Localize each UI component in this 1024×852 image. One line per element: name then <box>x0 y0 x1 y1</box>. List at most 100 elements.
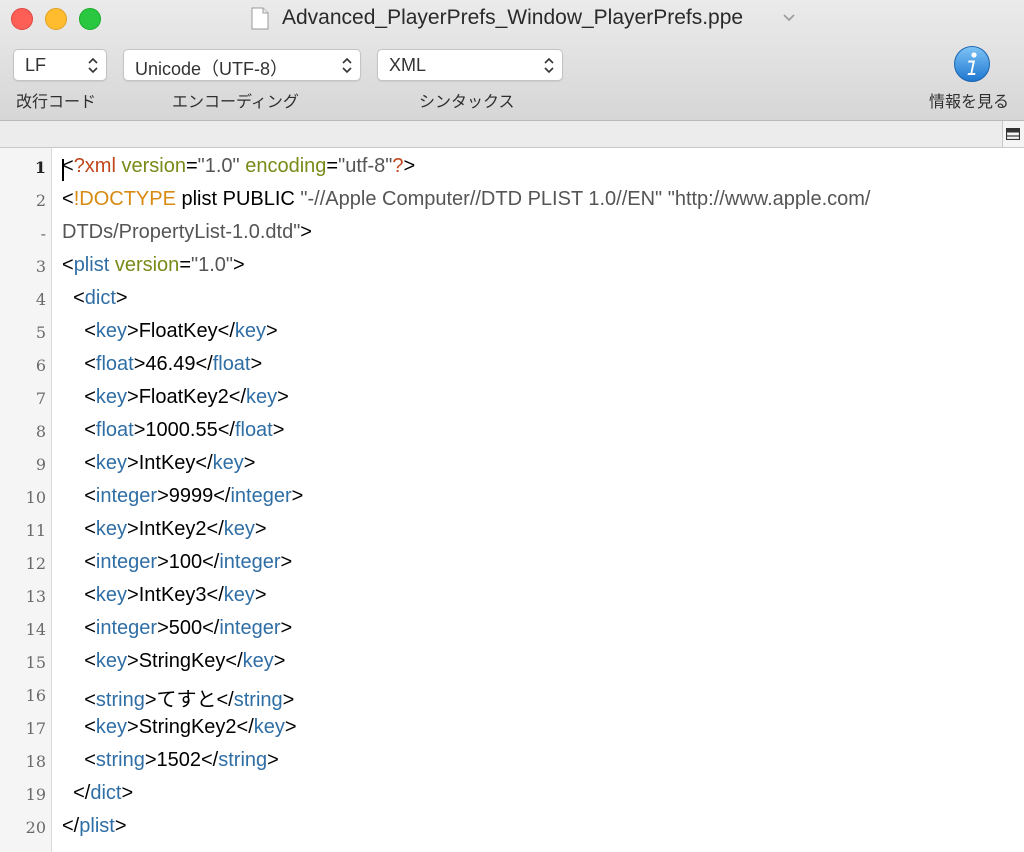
code-token-tag: float <box>212 353 251 375</box>
line-number: - <box>40 224 46 243</box>
code-token-value: "1.0" <box>191 254 234 276</box>
code-token-tag: key <box>253 716 285 738</box>
code-token-tag: key <box>234 320 266 342</box>
code-token-text: > <box>266 320 278 342</box>
encoding-label: エンコーディング <box>172 92 299 111</box>
line-number: 5 <box>35 323 46 342</box>
code-token-tag: integer <box>219 551 281 573</box>
code-token-text: > <box>121 782 134 804</box>
code-line[interactable]: <key>FloatKey2</key> <box>62 386 289 409</box>
line-number: 11 <box>25 521 46 540</box>
line-number: 20 <box>25 818 46 837</box>
code-token-text: > <box>115 287 128 309</box>
syntax-popup[interactable]: XML <box>377 49 563 81</box>
window-title[interactable]: Advanced_PlayerPrefs_Window_PlayerPrefs.… <box>282 6 743 30</box>
code-token-tag: key <box>95 650 128 672</box>
code-token-text: > <box>282 689 295 711</box>
code-line[interactable]: <key>StringKey</key> <box>62 650 285 673</box>
line-ending-popup[interactable]: LF <box>13 49 107 81</box>
line-number: 3 <box>35 257 46 276</box>
code-line[interactable]: <!DOCTYPE plist PUBLIC "-//Apple Compute… <box>62 188 870 211</box>
up-down-arrows-icon <box>88 57 98 74</box>
code-line[interactable]: <key>StringKey2</key> <box>62 716 297 739</box>
code-token-value: "1.0" <box>197 155 240 177</box>
line-number: 4 <box>35 290 46 309</box>
code-token-tag: key <box>212 452 244 474</box>
info-label[interactable]: 情報を見る <box>929 88 1009 112</box>
code-line[interactable]: <?xml version="1.0" encoding="utf-8"?> <box>62 155 415 178</box>
code-line[interactable]: <key>FloatKey</key> <box>62 320 278 343</box>
code-token-text: > <box>284 716 297 738</box>
code-token-text: >StringKey</ <box>127 650 243 672</box>
code-token-text: < <box>62 584 96 606</box>
document-icon[interactable] <box>251 7 269 30</box>
code-line[interactable]: <integer>100</integer> <box>62 551 292 574</box>
code-line[interactable]: <integer>9999</integer> <box>62 485 303 508</box>
line-number: 10 <box>25 488 46 507</box>
code-token-text: = <box>185 155 198 177</box>
text-editor-window: Advanced_PlayerPrefs_Window_PlayerPrefs.… <box>0 0 1024 852</box>
code-line[interactable]: </dict> <box>62 782 133 805</box>
code-token-tag: dict <box>90 782 122 804</box>
code-token-text: >IntKey3</ <box>127 584 224 606</box>
code-line[interactable]: </plist> <box>62 815 127 838</box>
code-token-text: < <box>62 386 96 408</box>
code-token-text: >500</ <box>157 617 220 639</box>
minimize-window-button[interactable] <box>45 8 67 30</box>
code-token-text: = <box>326 155 339 177</box>
line-number: 1 <box>34 158 46 177</box>
code-line[interactable]: <key>IntKey3</key> <box>62 584 267 607</box>
code-line[interactable]: <integer>500</integer> <box>62 617 292 640</box>
code-token-tag: string <box>218 749 268 771</box>
code-token-text: < <box>62 188 74 210</box>
code-line[interactable]: <plist version="1.0"> <box>62 254 245 277</box>
code-token-attribute: version <box>121 155 186 177</box>
code-line[interactable]: DTDs/PropertyList-1.0.dtd"> <box>62 221 312 244</box>
syntax-value: XML <box>389 55 427 75</box>
code-token-tag: float <box>95 419 134 441</box>
code-token-tag: string <box>95 749 145 771</box>
code-token-text: > <box>280 617 293 639</box>
code-token-tag: key <box>95 320 128 342</box>
code-token-text: > <box>272 419 285 441</box>
code-token-text: < <box>62 689 96 711</box>
split-view-icon <box>1006 128 1020 140</box>
code-line[interactable]: <float>46.49</float> <box>62 353 262 376</box>
info-icon[interactable] <box>953 45 991 83</box>
toolbar: Advanced_PlayerPrefs_Window_PlayerPrefs.… <box>0 0 1024 121</box>
line-number-gutter: 1 2-3 4 5 6 7 8 9 10 11 12 13 14 15 16 17 18 19 20 <box>0 148 52 852</box>
chevron-down-icon[interactable] <box>782 12 796 22</box>
code-token-text: < <box>62 716 96 738</box>
code-line[interactable]: <string>てすと</string> <box>62 683 294 712</box>
close-window-button[interactable] <box>11 8 33 30</box>
code-token-text: > <box>233 254 245 276</box>
code-token-tag: key <box>95 518 128 540</box>
code-token-text: < <box>62 749 96 771</box>
code-token-text: > <box>300 221 312 243</box>
encoding-popup[interactable]: Unicode（UTF-8） <box>123 49 361 81</box>
split-editor-button[interactable] <box>1002 121 1024 147</box>
code-token-tag: key <box>95 452 128 474</box>
code-line[interactable]: <key>IntKey</key> <box>62 452 255 475</box>
encoding-value: Unicode（UTF-8） <box>135 59 289 79</box>
code-token-tag: key <box>242 650 274 672</box>
code-token-attribute: encoding <box>245 155 327 177</box>
code-token-text: >1000.55</ <box>133 419 235 441</box>
code-line[interactable]: <dict> <box>62 287 128 310</box>
code-token-tag: string <box>233 689 283 711</box>
code-line[interactable]: <float>1000.55</float> <box>62 419 284 442</box>
code-editor[interactable]: 1 2-3 4 5 6 7 8 9 10 11 12 13 14 15 16 17 18 19 20 <?xml v… <box>0 148 1024 852</box>
code-token-declaration: ?xml <box>73 155 116 177</box>
code-token-text: < <box>62 617 96 639</box>
zoom-window-button[interactable] <box>79 8 101 30</box>
code-token-text: > <box>403 155 416 177</box>
line-number: 13 <box>25 587 46 606</box>
code-token-text: < <box>62 254 74 276</box>
code-token-text: > <box>254 518 267 540</box>
code-token-text: > <box>254 584 267 606</box>
code-token-text: >9999</ <box>157 485 231 507</box>
code-line[interactable]: <key>IntKey2</key> <box>62 518 267 541</box>
code-token-text: >1502</ <box>144 749 219 771</box>
code-line[interactable]: <string>1502</string> <box>62 749 279 772</box>
line-number: 7 <box>35 389 46 408</box>
